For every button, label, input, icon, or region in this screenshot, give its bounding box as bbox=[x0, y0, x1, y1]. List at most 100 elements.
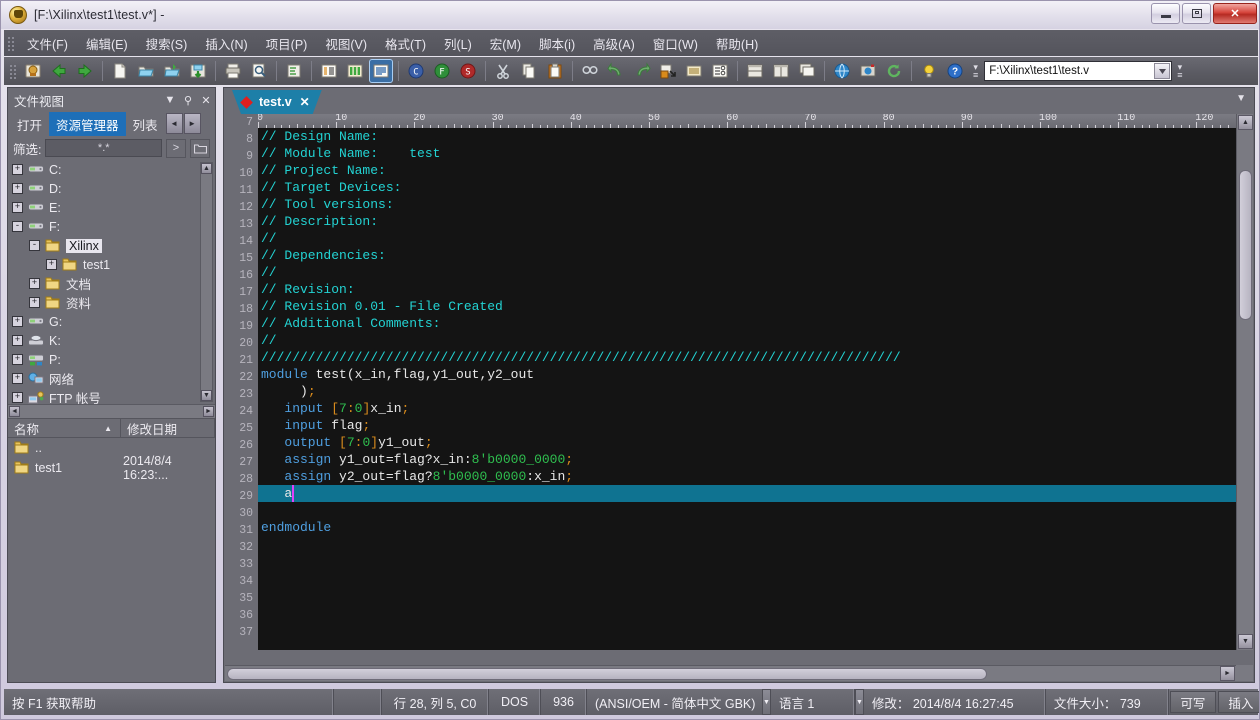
status-encoding[interactable]: (ANSI/OEM - 简体中文 GBK) bbox=[587, 689, 762, 715]
code-line[interactable]: ////////////////////////////////////////… bbox=[258, 349, 1236, 366]
word-wrap-icon[interactable] bbox=[369, 59, 393, 83]
menu-file[interactable]: 文件(F) bbox=[18, 30, 77, 57]
web-browse-icon[interactable] bbox=[830, 59, 854, 83]
expand-icon[interactable]: + bbox=[29, 278, 40, 289]
toolbar-more-button[interactable]: ▾≡ bbox=[1177, 63, 1182, 79]
file-path-combobox[interactable]: F:\Xilinx\test1\test.v bbox=[984, 61, 1172, 81]
tree-vertical-scrollbar[interactable]: ▲ ▼ bbox=[200, 162, 213, 402]
status-language[interactable]: 语言 1 bbox=[771, 689, 855, 715]
tab-open[interactable]: 打开 bbox=[10, 112, 49, 136]
code-line[interactable] bbox=[258, 553, 1236, 570]
folder-open-icon[interactable] bbox=[190, 139, 210, 158]
open-folder-icon[interactable] bbox=[134, 59, 158, 83]
close-icon[interactable]: ✕ bbox=[300, 95, 310, 109]
copy-icon[interactable] bbox=[517, 59, 541, 83]
code-line[interactable]: // bbox=[258, 264, 1236, 281]
code-line[interactable]: // Additional Comments: bbox=[258, 315, 1236, 332]
code-line[interactable]: // Revision: bbox=[258, 281, 1236, 298]
file-list-item[interactable]: test12014/8/4 16:23:... bbox=[8, 458, 215, 478]
expand-icon[interactable]: + bbox=[12, 354, 23, 365]
menu-search[interactable]: 搜索(S) bbox=[137, 30, 197, 57]
bookmark-icon[interactable] bbox=[656, 59, 680, 83]
tree-horizontal-scrollbar[interactable]: ◄ ► bbox=[8, 404, 215, 418]
tab-list[interactable]: 列表 bbox=[126, 112, 165, 136]
cut-icon[interactable] bbox=[491, 59, 515, 83]
tree-item-2[interactable]: +E: bbox=[8, 198, 215, 217]
code-line[interactable]: assign y2_out=flag?8'b0000_0000:x_in; bbox=[258, 468, 1236, 485]
menu-column[interactable]: 列(L) bbox=[435, 30, 481, 57]
filter-input[interactable]: *.* bbox=[45, 139, 162, 157]
pin-icon[interactable]: ⚲ bbox=[179, 91, 197, 109]
tree-item-8[interactable]: +G: bbox=[8, 312, 215, 331]
editor-vertical-scrollbar[interactable]: ▲ ▼ bbox=[1236, 114, 1253, 650]
expand-icon[interactable]: + bbox=[46, 259, 57, 270]
toolbar-grip-icon[interactable] bbox=[8, 63, 16, 79]
directory-tree[interactable]: +C:+D:+E:-F:-Xilinx+test1+文档+资料+G:+K:+P:… bbox=[8, 160, 215, 404]
tree-item-6[interactable]: +文档 bbox=[8, 274, 215, 293]
c-compile-icon[interactable]: C bbox=[404, 59, 428, 83]
print-icon[interactable] bbox=[221, 59, 245, 83]
chevron-down-icon[interactable] bbox=[1154, 63, 1170, 79]
preview-web-icon[interactable] bbox=[856, 59, 880, 83]
code-line[interactable] bbox=[258, 587, 1236, 604]
file-list[interactable]: ..test12014/8/4 16:23:... bbox=[8, 438, 215, 682]
print-preview-icon[interactable] bbox=[247, 59, 271, 83]
find-icon[interactable] bbox=[578, 59, 602, 83]
code-line[interactable]: // Revision 0.01 - File Created bbox=[258, 298, 1236, 315]
chevron-down-icon[interactable]: ▼ bbox=[161, 91, 179, 109]
tree-item-11[interactable]: +网络 bbox=[8, 369, 215, 388]
tree-item-0[interactable]: +C: bbox=[8, 160, 215, 179]
new-file-icon[interactable] bbox=[108, 59, 132, 83]
scroll-down-button[interactable]: ▼ bbox=[201, 390, 212, 401]
code-line[interactable]: // Description: bbox=[258, 213, 1236, 230]
horizontal-scroll-thumb[interactable] bbox=[227, 668, 987, 680]
tile-window-icon[interactable] bbox=[769, 59, 793, 83]
menu-insert[interactable]: 插入(N) bbox=[196, 30, 256, 57]
redo-icon[interactable] bbox=[630, 59, 654, 83]
encoding-dropdown-icon[interactable]: ▼ bbox=[762, 689, 771, 715]
status-writable-toggle[interactable]: 可写 bbox=[1170, 691, 1216, 713]
code-line[interactable]: // Target Devices: bbox=[258, 179, 1236, 196]
menu-advanced[interactable]: 高级(A) bbox=[584, 30, 644, 57]
tree-item-3[interactable]: -F: bbox=[8, 217, 215, 236]
scroll-down-button[interactable]: ▼ bbox=[1238, 634, 1253, 649]
code-line[interactable]: // Module Name: test bbox=[258, 145, 1236, 162]
code-line-current[interactable]: a bbox=[258, 485, 1236, 502]
code-text-area[interactable]: // Design Name:// Module Name: test// Pr… bbox=[258, 128, 1236, 650]
new-project-icon[interactable] bbox=[21, 59, 45, 83]
indent-icon[interactable] bbox=[282, 59, 306, 83]
code-line[interactable]: // Project Name: bbox=[258, 162, 1236, 179]
sort-icon[interactable] bbox=[708, 59, 732, 83]
minimize-button[interactable] bbox=[1151, 3, 1180, 24]
align-icon[interactable] bbox=[682, 59, 706, 83]
back-arrow-icon[interactable] bbox=[47, 59, 71, 83]
tree-item-1[interactable]: +D: bbox=[8, 179, 215, 198]
status-insert-mode-toggle[interactable]: 插入 bbox=[1218, 691, 1260, 713]
forward-arrow-icon[interactable] bbox=[73, 59, 97, 83]
refresh-icon[interactable] bbox=[882, 59, 906, 83]
menu-format[interactable]: 格式(T) bbox=[376, 30, 435, 57]
expand-icon[interactable]: + bbox=[12, 392, 23, 403]
code-line[interactable]: module test(x_in,flag,y1_out,y2_out bbox=[258, 366, 1236, 383]
column-header-date[interactable]: 修改日期 bbox=[121, 419, 215, 437]
maximize-button[interactable] bbox=[1182, 3, 1211, 24]
expand-icon[interactable]: + bbox=[12, 316, 23, 327]
f-compile-icon[interactable]: F bbox=[430, 59, 454, 83]
code-line[interactable] bbox=[258, 638, 1236, 650]
scroll-up-button[interactable]: ▲ bbox=[201, 163, 212, 174]
scroll-up-button[interactable]: ▲ bbox=[1238, 115, 1253, 130]
tabs-prev-button[interactable]: ◄ bbox=[166, 113, 183, 134]
expand-icon[interactable]: + bbox=[12, 373, 23, 384]
collapse-icon[interactable]: - bbox=[12, 221, 23, 232]
filter-go-button[interactable]: > bbox=[166, 139, 186, 158]
expand-icon[interactable]: + bbox=[12, 164, 23, 175]
status-codepage-number[interactable]: 936 bbox=[541, 689, 587, 715]
language-dropdown-icon[interactable]: ▼ bbox=[855, 689, 864, 715]
expand-icon[interactable]: + bbox=[12, 202, 23, 213]
undo-icon[interactable] bbox=[604, 59, 628, 83]
split-window-icon[interactable] bbox=[743, 59, 767, 83]
tree-item-9[interactable]: +K: bbox=[8, 331, 215, 350]
column-mode-icon[interactable] bbox=[343, 59, 367, 83]
code-line[interactable]: // Tool versions: bbox=[258, 196, 1236, 213]
document-tab-testv[interactable]: test.v ✕ bbox=[232, 90, 322, 114]
